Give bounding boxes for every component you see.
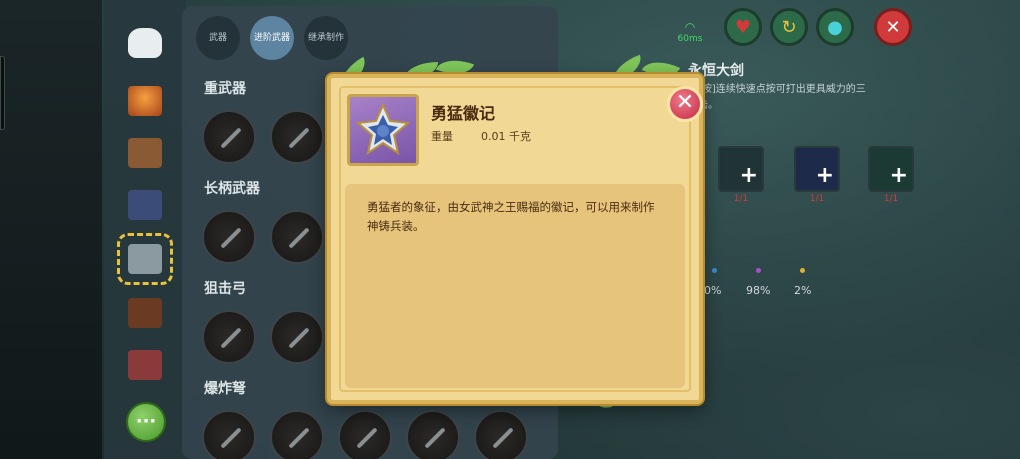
chance-percent: 98% (746, 284, 771, 297)
heart-icon[interactable]: ♥ (724, 8, 762, 46)
item-description-box: 勇猛者的象征，由女武神之王赐福的徽记，可以用来制作神铸兵装。 (345, 184, 685, 388)
tab-inherit-craft[interactable]: 继承制作 (304, 16, 348, 60)
vehicle-icon[interactable] (117, 233, 173, 285)
close-icon[interactable]: ✕ (874, 8, 912, 46)
material-count: 1/1 (809, 194, 825, 204)
weight-label: 重量 (431, 130, 453, 143)
material-slot[interactable]: + (868, 146, 914, 192)
weapon-description: [点按]连续快速点按可打出更具威力的三连击。 (688, 84, 866, 111)
item-slot[interactable] (270, 410, 324, 459)
workbench-icon[interactable] (122, 132, 168, 174)
section-title: 狙击弓 (204, 281, 246, 297)
ping-label: 60ms (677, 34, 703, 44)
more-button[interactable]: ··· (126, 402, 166, 442)
chance-percent: 0% (704, 284, 722, 297)
item-slot[interactable] (474, 410, 528, 459)
tab-advanced-weapons[interactable]: 进阶武器 (250, 16, 294, 60)
armor-icon[interactable] (122, 184, 168, 226)
campfire-icon[interactable] (122, 80, 168, 122)
item-slot[interactable] (202, 410, 256, 459)
rarity-dot (800, 268, 805, 273)
item-slot[interactable] (270, 110, 324, 164)
arrow-icon[interactable]: ↻ (770, 8, 808, 46)
chest-icon[interactable] (122, 292, 168, 334)
plus-icon: + (889, 163, 908, 188)
close-icon[interactable]: ✕ (667, 86, 703, 122)
material-count: 1/1 (733, 194, 749, 204)
cabinet-icon[interactable] (122, 344, 168, 386)
hand-icon[interactable] (122, 22, 168, 64)
rarity-dot (712, 268, 717, 273)
section-title: 爆炸弩 (204, 381, 246, 397)
item-slot[interactable] (270, 310, 324, 364)
chance-percent: 2% (794, 284, 812, 297)
drop-icon[interactable]: ● (816, 8, 854, 46)
item-name: 勇猛徽记 (431, 104, 496, 123)
material-slot[interactable]: + (718, 146, 764, 192)
tab-weapons[interactable]: 武器 (196, 16, 240, 60)
signal-indicator: ◠ 60ms (676, 20, 704, 44)
weight-value: 0.01 千克 (481, 130, 531, 143)
item-slot[interactable] (270, 210, 324, 264)
item-slot[interactable] (202, 310, 256, 364)
plus-icon: + (815, 163, 834, 188)
section-title: 重武器 (204, 81, 246, 97)
item-slot[interactable] (338, 410, 392, 459)
side-handle[interactable] (0, 56, 5, 130)
emblem-icon (347, 94, 419, 166)
item-slot[interactable] (202, 210, 256, 264)
plus-icon: + (739, 163, 758, 188)
material-slot[interactable]: + (794, 146, 840, 192)
section-title: 长柄武器 (204, 181, 260, 197)
wifi-icon: ◠ (684, 20, 696, 34)
category-column (104, 0, 186, 459)
item-slot[interactable] (202, 110, 256, 164)
item-description: 勇猛者的象征，由女武神之王赐福的徽记，可以用来制作神铸兵装。 (367, 200, 655, 233)
left-edge (0, 0, 102, 459)
item-detail-modal: 勇猛徽记 重量 0.01 千克 勇猛者的象征，由女武神之王赐福的徽记，可以用来制… (327, 74, 703, 404)
rarity-dot (756, 268, 761, 273)
item-slot[interactable] (406, 410, 460, 459)
material-count: 1/1 (883, 194, 899, 204)
